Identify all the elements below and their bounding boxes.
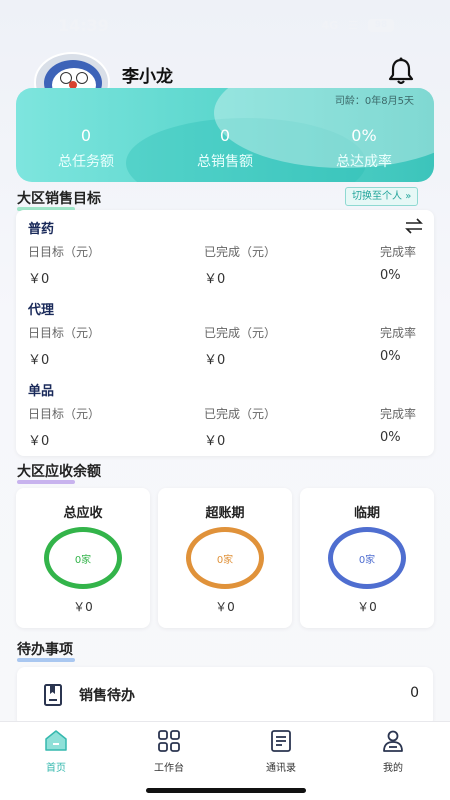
rate-label: 完成率 [380, 326, 417, 340]
section-title-receivables: 大区应收余额 [17, 461, 101, 484]
daily-target-value: ￥0 [28, 272, 50, 287]
tenure-text: 司龄：0年8月5天 [334, 96, 414, 107]
contacts-icon [271, 730, 291, 752]
section-title-todos: 待办事项 [17, 639, 75, 662]
status-icons: 4G ☰ 98 [321, 18, 394, 32]
category-title: 单品 [28, 384, 55, 399]
done-value: ￥0 [204, 434, 226, 449]
receivable-count: 0家 [358, 554, 376, 566]
receivable-card-overdue[interactable]: 超账期 0家 ￥0 [158, 488, 292, 628]
tab-label: 我的 [383, 763, 403, 774]
receivable-amount: ￥0 [357, 600, 377, 614]
tab-contacts[interactable]: 通讯录 [241, 730, 321, 774]
tab-label: 首页 [46, 763, 66, 774]
todo-count: 0 [410, 685, 419, 701]
tab-home[interactable]: 首页 [16, 730, 96, 774]
daily-target-label: 日目标（元） [28, 407, 101, 421]
rate-value: 0% [380, 268, 401, 283]
done-label: 已完成（元） [204, 326, 277, 340]
todo-label: 销售待办 [79, 688, 135, 704]
tab-label: 通讯录 [266, 763, 296, 774]
receivable-count: 0家 [216, 554, 234, 566]
stat-value: 0 [80, 126, 92, 145]
category-title: 代理 [28, 303, 55, 318]
done-value: ￥0 [204, 353, 226, 368]
tab-mine[interactable]: 我的 [353, 730, 433, 774]
bell-icon[interactable] [386, 56, 416, 86]
rate-label: 完成率 [380, 245, 417, 259]
stat-total-task: 0 总任务额 [16, 126, 156, 171]
rate-value: 0% [380, 430, 401, 445]
sales-target-card: 普药 日目标（元） 已完成（元） 完成率 ￥0 ￥0 0% 代理 日目标（元） … [16, 210, 434, 456]
done-label: 已完成（元） [204, 407, 277, 421]
swap-icon[interactable] [404, 218, 424, 234]
stat-label: 总销售额 [197, 154, 253, 170]
receivable-title: 超账期 [205, 506, 245, 521]
receivable-card-total[interactable]: 总应收 0家 ￥0 [16, 488, 150, 628]
wifi-icon: ☰ [348, 18, 358, 32]
signal-indicator: 4G [321, 18, 339, 32]
tab-workbench[interactable]: 工作台 [129, 730, 209, 774]
receivable-count: 0家 [74, 554, 92, 566]
category-title: 普药 [28, 222, 55, 237]
home-indicator [146, 788, 306, 793]
receivable-ring: 0家 [328, 527, 406, 589]
daily-target-value: ￥0 [28, 434, 50, 449]
summary-card: 司龄：0年8月5天 0 总任务额 0 总销售额 0% 总达成率 [16, 88, 434, 182]
todo-item-sales[interactable]: 销售待办 0 [17, 667, 433, 727]
switch-label: 切换至个人 [352, 191, 402, 202]
receivable-title: 总应收 [63, 506, 103, 521]
stat-label: 总达成率 [336, 154, 392, 170]
daily-target-label: 日目标（元） [28, 326, 101, 340]
daily-target-value: ￥0 [28, 353, 50, 368]
receivable-card-due-soon[interactable]: 临期 0家 ￥0 [300, 488, 434, 628]
profile-icon [383, 730, 403, 752]
document-icon [44, 684, 62, 706]
receivable-ring: 0家 [186, 527, 264, 589]
section-title-sales-target: 大区销售目标 [17, 188, 101, 211]
tab-label: 工作台 [154, 763, 184, 774]
receivable-amount: ￥0 [215, 600, 235, 614]
switch-to-personal-button[interactable]: 切换至个人 » [345, 187, 419, 206]
daily-target-label: 日目标（元） [28, 245, 101, 259]
stat-value: 0 [219, 126, 231, 145]
grid-icon [158, 730, 180, 752]
double-chevron-right-icon: » [405, 191, 412, 202]
rate-label: 完成率 [380, 407, 417, 421]
receivable-ring: 0家 [44, 527, 122, 589]
receivable-title: 临期 [353, 506, 380, 521]
status-time: 14:39 [58, 15, 109, 35]
stat-total-sales: 0 总销售额 [155, 126, 295, 171]
stat-value: 0% [351, 126, 377, 145]
done-value: ￥0 [204, 272, 226, 287]
done-label: 已完成（元） [204, 245, 277, 259]
rate-value: 0% [380, 349, 401, 364]
user-name: 李小龙 [122, 67, 173, 87]
battery-icon: 98 [368, 18, 394, 32]
home-icon [45, 730, 67, 751]
receivable-amount: ￥0 [73, 600, 93, 614]
stat-total-rate: 0% 总达成率 [294, 126, 434, 171]
stat-label: 总任务额 [58, 154, 114, 170]
status-bar: 14:39 4G ☰ 98 [0, 0, 450, 50]
